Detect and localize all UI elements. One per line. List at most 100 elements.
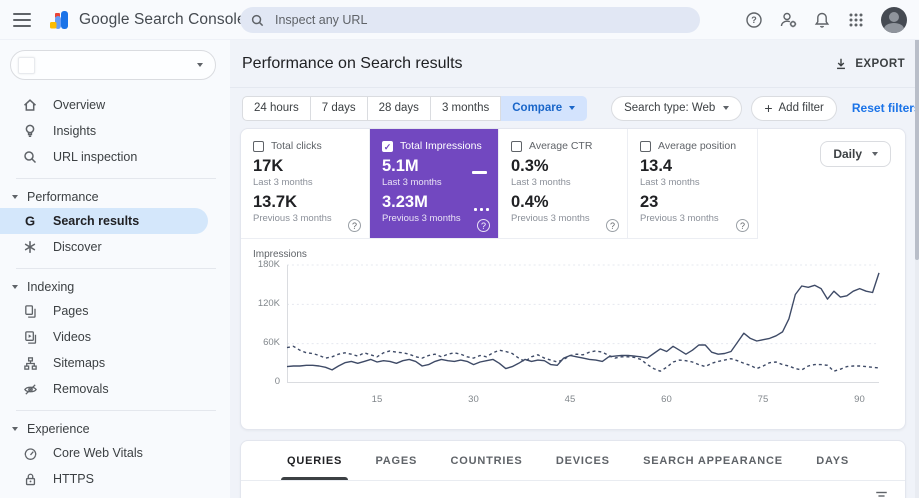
filter-list-icon[interactable] — [874, 489, 889, 498]
user-avatar[interactable] — [881, 7, 907, 33]
sidebar-item-insights[interactable]: Insights — [0, 118, 230, 144]
sidebar-item-videos[interactable]: Videos — [0, 324, 230, 350]
date-range-compare[interactable]: Compare — [501, 95, 588, 121]
checkbox-checked-icon[interactable]: ✓ — [382, 140, 393, 152]
metric-card-total-impressions[interactable]: ✓ Total Impressions 5.1M Last 3 months 3.… — [370, 129, 499, 238]
add-filter-button[interactable]: + Add filter — [751, 95, 837, 121]
reset-filters-link[interactable]: Reset filters — [852, 101, 919, 115]
lightbulb-icon — [22, 123, 38, 139]
date-range-28-days[interactable]: 28 days — [367, 95, 431, 121]
topbar-actions: ? — [745, 0, 907, 40]
sidebar-item-discover[interactable]: Discover — [0, 234, 230, 260]
tab-days[interactable]: DAYS — [808, 441, 857, 480]
help-icon[interactable]: ? — [348, 219, 361, 232]
pages-icon — [22, 303, 38, 319]
home-icon — [22, 97, 38, 113]
property-selector[interactable] — [10, 50, 216, 80]
impressions-chart: Impressions 180K 120K 60K 0 15 30 45 60 … — [241, 239, 905, 429]
inspect-url-input[interactable] — [273, 12, 690, 28]
sidebar-item-removals[interactable]: Removals — [0, 376, 230, 402]
apps-grid-icon[interactable] — [847, 11, 865, 29]
plus-icon: + — [764, 100, 773, 116]
discover-asterisk-icon — [22, 239, 38, 255]
chart-y-ticks: 180K 120K 60K 0 — [257, 259, 280, 387]
page-title: Performance on Search results — [242, 54, 463, 72]
sidebar-item-sitemaps[interactable]: Sitemaps — [0, 350, 230, 376]
chevron-down-icon — [872, 152, 878, 156]
download-icon — [837, 58, 846, 69]
sidebar-section-experience[interactable]: Experience — [0, 418, 230, 440]
eye-off-icon — [22, 381, 38, 397]
dimensions-panel: QUERIES PAGES COUNTRIES DEVICES SEARCH A… — [240, 440, 906, 498]
app-title: Google Search Console — [79, 10, 246, 28]
tab-queries[interactable]: QUERIES — [279, 441, 350, 480]
page-scrollbar[interactable] — [915, 0, 919, 498]
section-collapse-icon — [12, 285, 18, 289]
metric-cards-row: Total clicks 17K Last 3 months 13.7K Pre… — [241, 129, 758, 239]
sidebar-section-performance[interactable]: Performance — [0, 186, 230, 208]
chart-plot-area[interactable] — [286, 264, 880, 383]
section-collapse-icon — [12, 427, 18, 431]
sidebar-section-indexing[interactable]: Indexing — [0, 276, 230, 298]
account-settings-icon[interactable] — [779, 11, 797, 29]
impressions-chart-svg — [286, 264, 880, 383]
help-icon[interactable]: ? — [745, 11, 763, 29]
sidebar-divider — [16, 268, 216, 269]
metric-card-average-ctr[interactable]: Average CTR 0.3% Last 3 months 0.4% Prev… — [499, 129, 628, 238]
dimension-tabs: QUERIES PAGES COUNTRIES DEVICES SEARCH A… — [241, 441, 905, 481]
date-range-group: 24 hours 7 days 28 days 3 months Compare — [242, 95, 588, 121]
tab-countries[interactable]: COUNTRIES — [443, 441, 531, 480]
help-icon[interactable]: ? — [477, 219, 490, 232]
chevron-down-icon — [569, 106, 576, 110]
sidebar-item-core-web-vitals[interactable]: Core Web Vitals — [0, 440, 230, 466]
date-range-7-days[interactable]: 7 days — [310, 95, 368, 121]
help-icon[interactable]: ? — [736, 219, 749, 232]
video-pages-icon — [22, 329, 38, 345]
checkbox-unchecked-icon[interactable] — [511, 140, 522, 152]
metric-card-average-position[interactable]: Average position 13.4 Last 3 months 23 P… — [628, 129, 757, 238]
section-collapse-icon — [12, 195, 18, 199]
tab-search-appearance[interactable]: SEARCH APPEARANCE — [635, 441, 791, 480]
search-console-logo-icon — [49, 10, 70, 30]
granularity-dropdown[interactable]: Daily — [820, 141, 891, 167]
date-range-3-months[interactable]: 3 months — [430, 95, 502, 121]
notifications-bell-icon[interactable] — [813, 11, 831, 29]
sidebar-item-url-inspection[interactable]: URL inspection — [0, 144, 230, 170]
hamburger-menu-icon[interactable] — [13, 12, 31, 27]
svg-text:?: ? — [751, 15, 757, 25]
main-content: Performance on Search results EXPORT 24 … — [230, 40, 919, 498]
table-toolbar — [241, 481, 905, 498]
search-type-filter[interactable]: Search type: Web — [611, 95, 743, 121]
lock-icon — [22, 471, 38, 487]
chevron-down-icon — [723, 106, 730, 110]
sidebar-item-search-results[interactable]: G Search results — [0, 208, 208, 234]
property-favicon — [18, 56, 35, 74]
svg-text:G: G — [25, 214, 35, 229]
sidebar-divider — [16, 410, 216, 411]
help-icon[interactable]: ? — [606, 219, 619, 232]
dashed-line-legend-icon — [473, 208, 489, 211]
export-button[interactable]: EXPORT — [834, 57, 905, 71]
checkbox-unchecked-icon[interactable] — [640, 140, 651, 152]
page-header: Performance on Search results EXPORT — [230, 40, 919, 88]
magnifier-icon — [22, 149, 38, 165]
chevron-down-icon — [197, 63, 203, 67]
date-range-24-hours[interactable]: 24 hours — [242, 95, 311, 121]
sidebar: Overview Insights URL inspection Perform… — [0, 40, 230, 498]
google-g-icon: G — [22, 213, 38, 229]
topbar: Google Search Console ? — [0, 0, 919, 40]
sidebar-item-pages[interactable]: Pages — [0, 298, 230, 324]
speedometer-icon — [22, 445, 38, 461]
checkbox-unchecked-icon[interactable] — [253, 140, 264, 152]
sidebar-item-https[interactable]: HTTPS — [0, 466, 230, 492]
metrics-panel: Total clicks 17K Last 3 months 13.7K Pre… — [240, 128, 906, 430]
filter-bar: 24 hours 7 days 28 days 3 months Compare… — [242, 95, 919, 121]
sidebar-item-overview[interactable]: Overview — [0, 92, 230, 118]
solid-line-legend-icon — [472, 171, 487, 174]
tab-devices[interactable]: DEVICES — [548, 441, 618, 480]
tab-pages[interactable]: PAGES — [367, 441, 425, 480]
metric-card-total-clicks[interactable]: Total clicks 17K Last 3 months 13.7K Pre… — [241, 129, 370, 238]
url-inspection-searchbar[interactable] — [240, 7, 700, 33]
google-search-console-app: Google Search Console ? — [0, 0, 919, 498]
chart-x-ticks: 15 30 45 60 75 90 — [371, 394, 865, 405]
